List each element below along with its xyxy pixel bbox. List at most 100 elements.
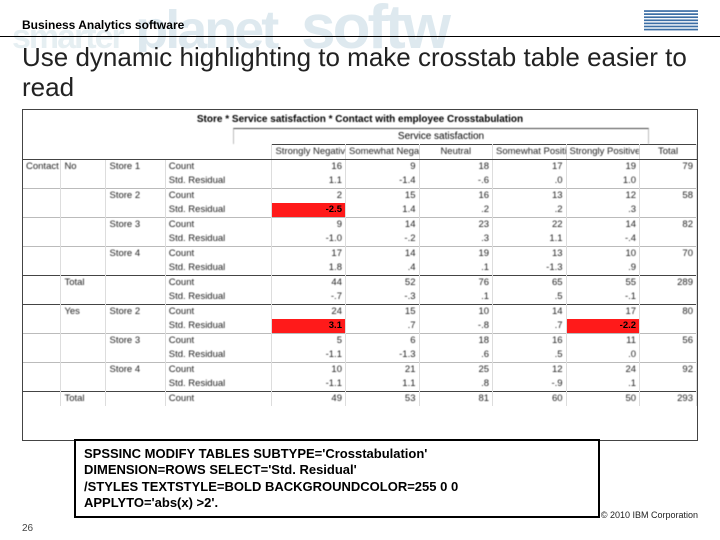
table-cell: Contact with employee xyxy=(23,159,61,174)
col-header: Somewhat Positive xyxy=(493,144,567,159)
table-cell: Count xyxy=(165,362,272,377)
table-row: Std. Residual-1.0-.2.31.1-.4 xyxy=(23,232,697,247)
table-cell: -2.5 xyxy=(272,203,346,218)
table-cell xyxy=(106,290,165,305)
table-cell xyxy=(640,174,697,189)
table-cell xyxy=(23,203,61,218)
table-cell: 10 xyxy=(419,304,493,319)
table-cell xyxy=(106,319,165,334)
slide-title: Use dynamic highlighting to make crossta… xyxy=(0,37,720,105)
table-caption: Store * Service satisfaction * Contact w… xyxy=(23,110,697,128)
table-cell: 55 xyxy=(566,275,640,290)
table-cell xyxy=(23,261,61,276)
table-cell xyxy=(23,333,61,348)
code-line: APPLYTO='abs(x) >2'. xyxy=(84,495,590,511)
table-cell: .3 xyxy=(566,203,640,218)
table-cell xyxy=(106,203,165,218)
table-cell: Store 1 xyxy=(106,159,165,174)
table-cell: Count xyxy=(165,304,272,319)
table-cell: .6 xyxy=(419,348,493,363)
table-cell: Total xyxy=(61,391,106,406)
table-cell: 12 xyxy=(566,188,640,203)
table-cell: Count xyxy=(165,333,272,348)
header: Business Analytics software xyxy=(0,0,720,37)
crosstab-table: Strongly Negative Somewhat Negative Neut… xyxy=(23,144,697,406)
brand-label: Business Analytics software xyxy=(22,18,184,32)
table-cell: 76 xyxy=(419,275,493,290)
table-cell xyxy=(23,362,61,377)
table-cell: 14 xyxy=(566,217,640,232)
table-cell: 19 xyxy=(566,159,640,174)
table-cell: .5 xyxy=(493,348,567,363)
table-row: YesStore 2Count241510141780 xyxy=(23,304,697,319)
table-cell: -.4 xyxy=(566,232,640,247)
table-cell: 25 xyxy=(419,362,493,377)
table-cell: -.1 xyxy=(566,290,640,305)
table-cell: Std. Residual xyxy=(165,261,272,276)
table-cell: Store 3 xyxy=(106,333,165,348)
table-cell: 52 xyxy=(345,275,419,290)
table-cell: 16 xyxy=(493,333,567,348)
table-cell xyxy=(106,232,165,247)
table-cell xyxy=(61,261,106,276)
table-cell xyxy=(106,391,165,406)
table-cell: .0 xyxy=(566,348,640,363)
table-cell: 14 xyxy=(493,304,567,319)
table-cell xyxy=(106,261,165,276)
table-cell xyxy=(61,333,106,348)
table-cell: 289 xyxy=(640,275,697,290)
table-cell: .7 xyxy=(345,319,419,334)
table-cell: 56 xyxy=(640,333,697,348)
page-number: 26 xyxy=(22,523,33,534)
table-cell: 5 xyxy=(272,333,346,348)
table-row: Contact with employeeNoStore 1Count16918… xyxy=(23,159,697,174)
col-header: Strongly Negative xyxy=(272,144,346,159)
table-cell xyxy=(23,188,61,203)
table-row: Std. Residual3.1.7-.8.7-2.2 xyxy=(23,319,697,334)
table-cell: Count xyxy=(165,188,272,203)
table-cell: 13 xyxy=(493,246,567,261)
table-cell: No xyxy=(61,159,106,174)
table-cell xyxy=(640,348,697,363)
table-cell: 1.1 xyxy=(493,232,567,247)
table-row: Std. Residual-2.51.4.2.2.3 xyxy=(23,203,697,218)
table-row: Store 4Count102125122492 xyxy=(23,362,697,377)
col-header: Somewhat Negative xyxy=(345,144,419,159)
table-cell: Count xyxy=(165,159,272,174)
table-cell: Std. Residual xyxy=(165,319,272,334)
table-cell: .0 xyxy=(493,174,567,189)
table-cell: 44 xyxy=(272,275,346,290)
table-cell: 17 xyxy=(272,246,346,261)
table-cell xyxy=(61,174,106,189)
table-cell: 14 xyxy=(345,246,419,261)
table-cell: Std. Residual xyxy=(165,203,272,218)
table-cell: .1 xyxy=(566,377,640,392)
table-cell: 15 xyxy=(345,188,419,203)
table-cell: 15 xyxy=(345,304,419,319)
table-cell: Store 3 xyxy=(106,217,165,232)
table-cell: .5 xyxy=(493,290,567,305)
table-cell: 65 xyxy=(493,275,567,290)
table-cell: 10 xyxy=(566,246,640,261)
table-cell: 58 xyxy=(640,188,697,203)
table-cell: 18 xyxy=(419,159,493,174)
table-cell xyxy=(23,217,61,232)
syntax-code-box: SPSSINC MODIFY TABLES SUBTYPE='Crosstabu… xyxy=(74,439,600,518)
table-cell: 12 xyxy=(493,362,567,377)
code-line: SPSSINC MODIFY TABLES SUBTYPE='Crosstabu… xyxy=(84,446,590,462)
table-row: Store 2Count21516131258 xyxy=(23,188,697,203)
table-cell xyxy=(61,188,106,203)
table-row: Store 3Count5618161156 xyxy=(23,333,697,348)
table-cell xyxy=(23,348,61,363)
table-cell: Yes xyxy=(61,304,106,319)
table-cell: -1.0 xyxy=(272,232,346,247)
table-cell xyxy=(23,246,61,261)
crosstab-table-container: Store * Service satisfaction * Contact w… xyxy=(22,109,698,441)
table-cell xyxy=(61,232,106,247)
table-cell xyxy=(23,290,61,305)
table-cell: .8 xyxy=(419,377,493,392)
table-cell: .1 xyxy=(419,261,493,276)
table-cell: Store 4 xyxy=(106,246,165,261)
table-cell: Std. Residual xyxy=(165,348,272,363)
table-cell xyxy=(61,290,106,305)
